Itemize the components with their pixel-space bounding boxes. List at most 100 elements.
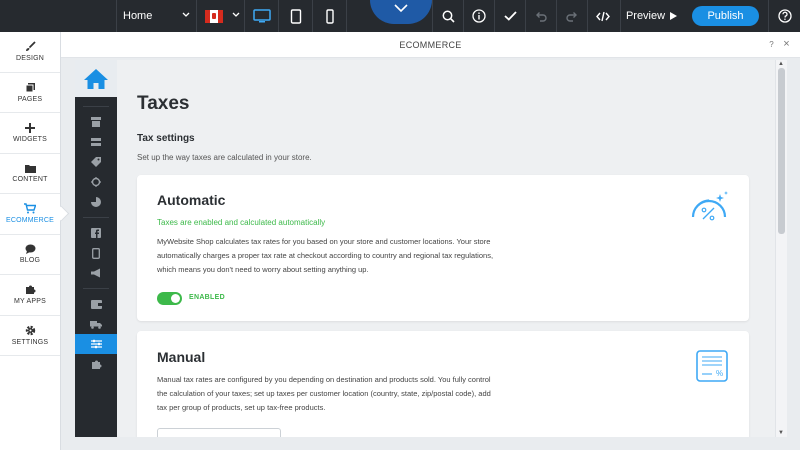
chat-icon — [25, 244, 35, 255]
collapse-toolbar-button[interactable] — [370, 0, 432, 24]
logo-area — [0, 0, 117, 32]
preview-button[interactable]: Preview — [620, 0, 682, 32]
rail-products-button[interactable] — [75, 132, 117, 152]
description-line: the calculation of your taxes; set up ta… — [157, 389, 491, 398]
nav-item-pages[interactable]: PAGES — [0, 73, 60, 113]
description-line: MyWebsite Shop calculates tax rates for … — [157, 237, 491, 246]
rail-mobile-button[interactable] — [75, 243, 117, 263]
canada-flag-icon — [205, 9, 223, 23]
rail-separator — [83, 288, 109, 289]
card-title: Manual — [157, 349, 206, 365]
scroll-up-icon[interactable]: ▲ — [778, 61, 784, 67]
page-select[interactable]: Home — [117, 0, 197, 32]
nav-item-label: ECOMMERCE — [5, 217, 55, 225]
nav-item-label: BLOG — [19, 257, 41, 265]
nav-item-design[interactable]: DESIGN — [0, 32, 60, 73]
undo-button[interactable] — [525, 0, 556, 32]
chevron-down-icon — [394, 4, 408, 13]
rail-reports-button[interactable] — [75, 192, 117, 212]
card-description: Manual tax rates are configured by you d… — [157, 373, 532, 415]
svg-text:%: % — [716, 369, 723, 378]
panel-close-button[interactable]: × — [783, 38, 790, 50]
desktop-view-button[interactable] — [245, 0, 279, 32]
redo-icon — [566, 11, 577, 22]
page-title: Taxes — [137, 93, 190, 114]
help-button[interactable] — [768, 0, 800, 32]
content-scrollbar[interactable]: ▲ ▼ — [775, 60, 787, 437]
nav-item-label: SETTINGS — [11, 338, 49, 346]
brush-icon — [25, 41, 36, 52]
rail-taxes-button[interactable] — [75, 334, 117, 354]
search-button[interactable] — [432, 0, 463, 32]
language-select[interactable] — [197, 0, 245, 32]
folder-icon — [24, 164, 36, 173]
description-line: Manual tax rates are configured by you d… — [157, 375, 491, 384]
rail-payments-button[interactable] — [75, 294, 117, 314]
plus-icon — [25, 122, 35, 133]
rail-separator — [83, 106, 109, 107]
gear-icon — [25, 325, 35, 335]
manual-tax-card: Manual Manual tax rates are configured b… — [137, 331, 749, 437]
rail-tags-button[interactable] — [75, 152, 117, 172]
rail-marketing-button[interactable] — [75, 263, 117, 283]
automatic-tax-toggle[interactable] — [157, 292, 182, 305]
rail-target-button[interactable] — [75, 172, 117, 192]
rail-facebook-button[interactable] — [75, 223, 117, 243]
cart-icon — [24, 203, 36, 214]
rail-store-button[interactable] — [75, 112, 117, 132]
nav-item-blog[interactable]: BLOG — [0, 235, 60, 275]
tablet-view-button[interactable] — [279, 0, 313, 32]
card-description: MyWebsite Shop calculates tax rates for … — [157, 235, 532, 277]
nav-item-label: DESIGN — [15, 55, 45, 63]
truck-icon — [90, 320, 102, 329]
info-icon — [472, 9, 486, 23]
left-navigation: DESIGN PAGES WIDGETS CONTENT ECOMMERCE B… — [0, 32, 61, 450]
nav-item-label: MY APPS — [13, 298, 46, 306]
scrollbar-thumb[interactable] — [778, 68, 785, 234]
rail-separator — [83, 217, 109, 218]
rail-home-button[interactable] — [75, 60, 117, 97]
automatic-tax-illustration-icon — [691, 191, 728, 221]
publish-button[interactable]: Publish — [692, 6, 759, 26]
tag-icon — [91, 157, 101, 167]
description-line: which means you don't need to worry abou… — [157, 265, 369, 274]
mobile-icon — [325, 8, 334, 24]
redo-button[interactable] — [556, 0, 587, 32]
home-icon — [84, 68, 108, 89]
info-button[interactable] — [463, 0, 494, 32]
top-toolbar: Home Preview Publish — [0, 0, 800, 32]
checkmark-icon — [503, 11, 517, 21]
sliders-icon — [90, 339, 102, 349]
store-icon — [91, 117, 101, 127]
products-icon — [91, 138, 101, 146]
wallet-icon — [90, 299, 102, 309]
code-icon — [596, 11, 610, 21]
target-icon — [91, 177, 101, 187]
card-title: Automatic — [157, 192, 226, 208]
panel-title: ECOMMERCE — [399, 39, 462, 50]
search-icon — [442, 10, 455, 23]
panel-help-button[interactable]: ? — [769, 40, 774, 49]
ecommerce-icon-rail — [75, 60, 117, 437]
nav-item-ecommerce[interactable]: ECOMMERCE — [0, 194, 60, 235]
nav-item-label: PAGES — [17, 95, 43, 103]
rail-shipping-button[interactable] — [75, 314, 117, 334]
description-line: tax per group of products, set up tax-fr… — [157, 403, 326, 412]
rail-apps-button[interactable] — [75, 354, 117, 374]
nav-item-widgets[interactable]: WIDGETS — [0, 113, 60, 154]
tax-status-text: Taxes are enabled and calculated automat… — [157, 218, 326, 227]
mobile-view-button[interactable] — [313, 0, 347, 32]
nav-item-content[interactable]: CONTENT — [0, 154, 60, 194]
scroll-down-icon[interactable]: ▼ — [778, 430, 784, 436]
megaphone-icon — [90, 268, 100, 278]
play-icon — [670, 12, 678, 20]
taxes-content: Taxes Tax settings Set up the way taxes … — [117, 60, 775, 437]
code-button[interactable] — [587, 0, 618, 32]
nav-item-my-apps[interactable]: MY APPS — [0, 275, 60, 316]
nav-item-settings[interactable]: SETTINGS — [0, 316, 60, 356]
desktop-icon — [252, 8, 271, 22]
manual-tax-button[interactable] — [157, 428, 281, 437]
pages-icon — [25, 82, 35, 93]
nav-item-label: WIDGETS — [12, 135, 48, 143]
checklist-button[interactable] — [494, 0, 525, 32]
